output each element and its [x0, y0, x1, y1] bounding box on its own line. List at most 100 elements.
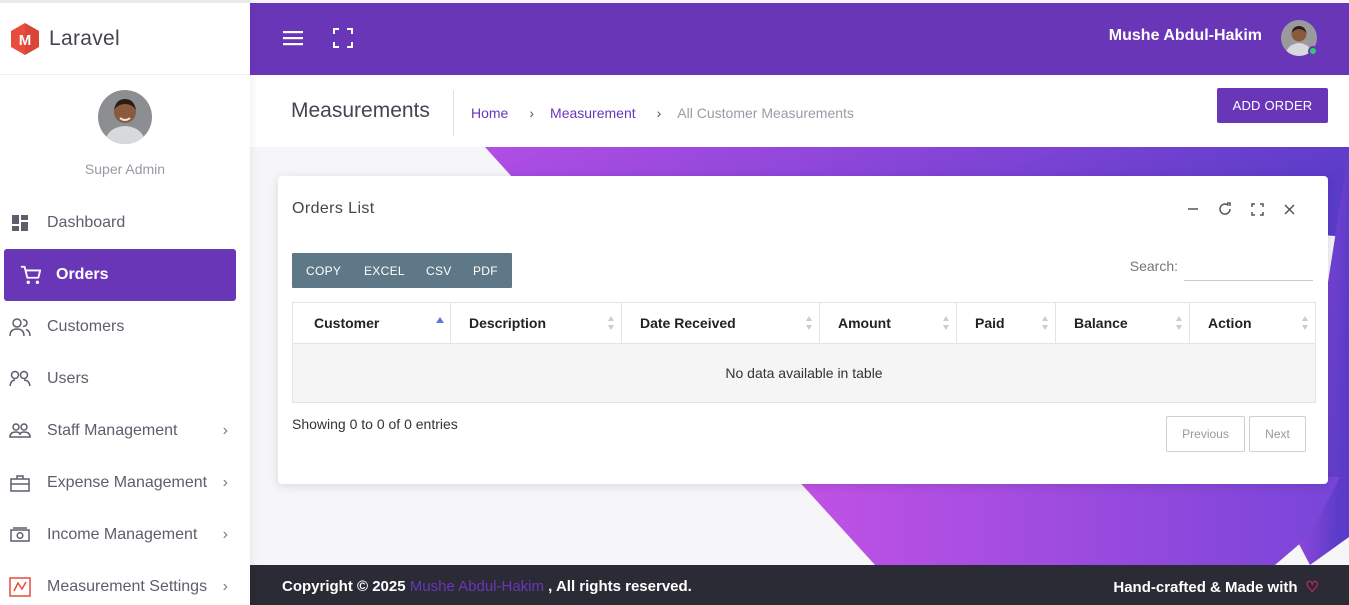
fullscreen-icon[interactable]: [333, 27, 353, 49]
users-icon: [9, 368, 31, 390]
sidebar-item-staff-management[interactable]: Staff Management ›: [0, 405, 250, 457]
close-icon[interactable]: [1273, 200, 1305, 218]
table-header-row: Customer Description Date Received Amoun…: [292, 302, 1316, 344]
sort-icon: [1176, 316, 1182, 330]
chevron-right-icon: ›: [529, 105, 535, 121]
brand-name: Laravel: [49, 26, 120, 50]
money-icon: [9, 524, 31, 546]
breadcrumb-home[interactable]: Home: [471, 105, 508, 121]
sidebar-item-label: Measurement Settings: [47, 578, 208, 595]
sidebar-item-label: Expense Management: [47, 474, 208, 491]
sort-icon: [608, 316, 614, 330]
refresh-icon[interactable]: [1209, 200, 1241, 218]
empty-table-message: No data available in table: [292, 343, 1316, 403]
chevron-right-icon: ›: [222, 526, 228, 543]
column-header-customer[interactable]: Customer: [292, 302, 451, 344]
sidebar-item-customers[interactable]: Customers: [0, 301, 250, 353]
briefcase-icon: [9, 472, 31, 494]
chevron-right-icon: ›: [656, 105, 662, 121]
export-buttons: COPY EXCEL CSV PDF: [292, 253, 512, 288]
sidebar-item-users[interactable]: Users: [0, 353, 250, 405]
online-status-badge: [1308, 46, 1318, 56]
sidebar-item-label: Orders: [56, 266, 109, 283]
credit-text: Hand-crafted & Made with: [1113, 578, 1298, 596]
sidebar-item-orders[interactable]: Orders: [4, 249, 236, 301]
column-label: Balance: [1074, 315, 1128, 331]
avatar[interactable]: [98, 90, 152, 144]
breadcrumb-current: All Customer Measurements: [677, 105, 854, 121]
sidebar-item-income-management[interactable]: Income Management ›: [0, 509, 250, 561]
customers-icon: [9, 316, 31, 338]
previous-button[interactable]: Previous: [1166, 416, 1245, 452]
column-header-balance[interactable]: Balance: [1055, 302, 1190, 344]
minimize-icon[interactable]: [1177, 200, 1209, 218]
sidebar-item-measurement-settings[interactable]: Measurement Settings ›: [0, 561, 250, 605]
sidebar-item-label: Users: [47, 370, 89, 387]
column-label: Action: [1208, 315, 1252, 331]
column-label: Customer: [314, 315, 380, 331]
brand-logo-icon: M: [11, 22, 39, 55]
sidebar: M Laravel Super Admin Dashboard Orders C…: [0, 0, 250, 605]
column-label: Paid: [975, 315, 1005, 331]
card-tools: [1177, 200, 1305, 218]
sidebar-item-label: Customers: [47, 318, 125, 335]
orders-card: Orders List COPY EXCEL CSV PDF Search: C…: [278, 176, 1328, 484]
cart-icon: [20, 264, 42, 286]
card-title: Orders List: [292, 200, 375, 217]
next-button[interactable]: Next: [1249, 416, 1306, 452]
user-role: Super Admin: [84, 161, 166, 177]
copyright-prefix: Copyright © 2025: [282, 578, 406, 595]
sort-icon: [806, 316, 812, 330]
page-title: Measurements: [291, 99, 430, 122]
breadcrumb-measurement[interactable]: Measurement: [550, 105, 636, 121]
hamburger-icon[interactable]: [283, 27, 303, 49]
page-header: Measurements Home › Measurement › All Cu…: [250, 75, 1349, 147]
chevron-right-icon: ›: [222, 578, 228, 595]
chevron-right-icon: ›: [222, 474, 228, 491]
app-root: M Laravel Super Admin Dashboard Orders C…: [0, 0, 1349, 605]
breadcrumb: Home › Measurement › All Customer Measur…: [471, 105, 854, 121]
pagination: Previous Next: [1166, 416, 1306, 452]
column-header-description[interactable]: Description: [450, 302, 622, 344]
search-input[interactable]: [1184, 256, 1313, 281]
dashboard-icon: [9, 212, 31, 234]
sort-icon: [1042, 316, 1048, 330]
sidebar-item-dashboard[interactable]: Dashboard: [0, 197, 250, 249]
table-row: No data available in table: [292, 343, 1316, 403]
user-name[interactable]: Mushe Abdul-Hakim: [1109, 27, 1262, 45]
footer: Copyright © 2025 Mushe Abdul-Hakim , All…: [250, 565, 1349, 605]
footer-credit: Hand-crafted & Made with ♡: [1113, 578, 1319, 597]
sort-icon: [1302, 316, 1308, 330]
footer-author-link[interactable]: Mushe Abdul-Hakim: [410, 578, 544, 595]
copyright-suffix: , All rights reserved.: [548, 578, 692, 595]
expand-icon[interactable]: [1241, 200, 1273, 218]
brand[interactable]: M Laravel: [0, 0, 250, 75]
column-header-amount[interactable]: Amount: [819, 302, 957, 344]
column-label: Amount: [838, 315, 891, 331]
sidebar-item-label: Income Management: [47, 526, 198, 543]
pdf-button[interactable]: PDF: [463, 253, 512, 288]
table-info: Showing 0 to 0 of 0 entries: [292, 416, 458, 432]
column-header-action[interactable]: Action: [1189, 302, 1316, 344]
sidebar-item-expense-management[interactable]: Expense Management ›: [0, 457, 250, 509]
column-header-date-received[interactable]: Date Received: [621, 302, 820, 344]
csv-button[interactable]: CSV: [414, 253, 463, 288]
column-label: Date Received: [640, 315, 736, 331]
add-order-button[interactable]: ADD ORDER: [1217, 88, 1328, 123]
chevron-right-icon: ›: [222, 422, 228, 439]
sidebar-profile: Super Admin: [0, 75, 250, 197]
copy-button[interactable]: COPY: [292, 253, 352, 288]
heart-icon: ♡: [1305, 579, 1319, 596]
brand-logo-letter: M: [19, 32, 32, 49]
sort-asc-icon: [436, 317, 444, 323]
user-avatar[interactable]: [1281, 20, 1318, 56]
staff-icon: [9, 420, 31, 442]
sidebar-nav: Dashboard Orders Customers Users Staff M…: [0, 197, 250, 605]
settings-icon: [9, 576, 31, 598]
search-label: Search:: [1129, 258, 1178, 274]
excel-button[interactable]: EXCEL: [352, 253, 414, 288]
column-header-paid[interactable]: Paid: [956, 302, 1056, 344]
divider: [453, 90, 454, 136]
sidebar-item-label: Dashboard: [47, 214, 126, 231]
footer-copyright: Copyright © 2025 Mushe Abdul-Hakim , All…: [282, 578, 692, 595]
